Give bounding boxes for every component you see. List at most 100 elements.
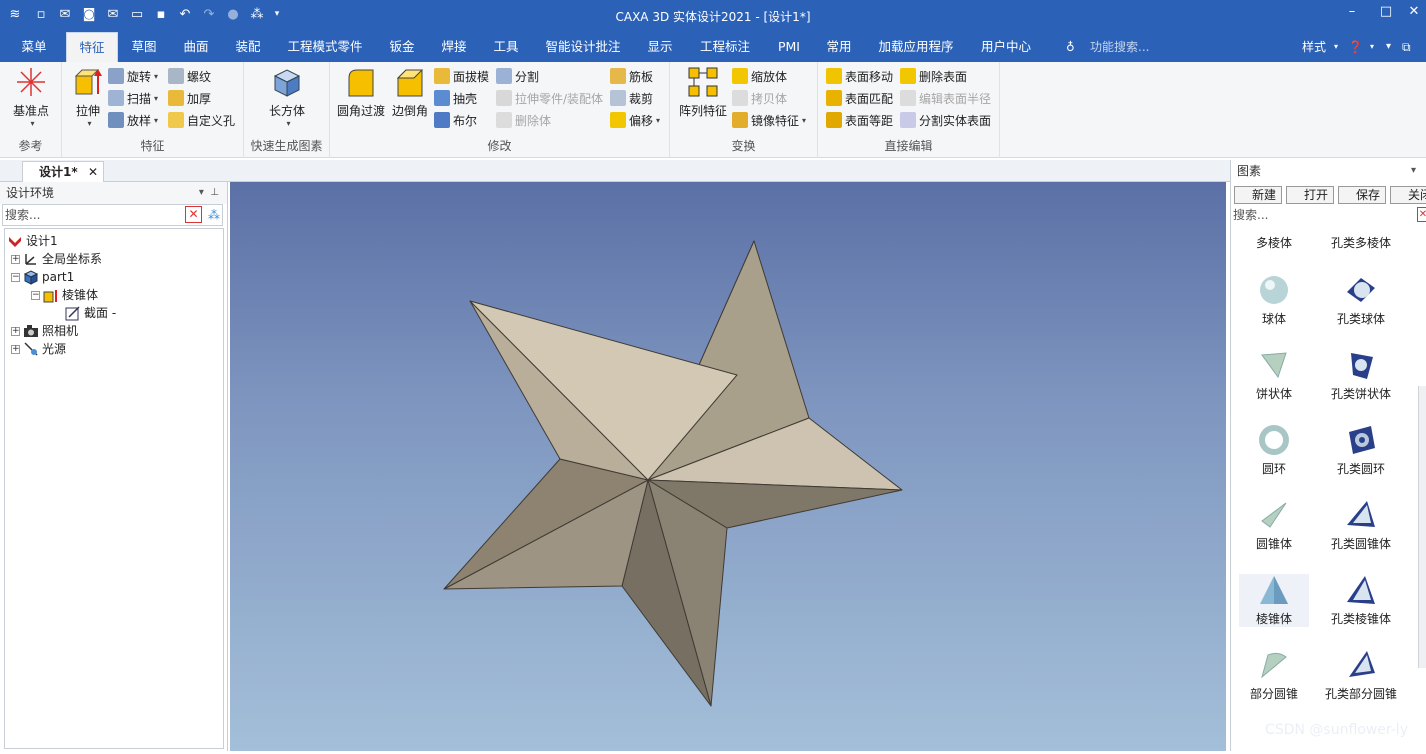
- open-catalog-button[interactable]: 打开: [1286, 186, 1334, 204]
- expand-icon[interactable]: +: [11, 254, 20, 264]
- boolean-button[interactable]: 布尔: [434, 110, 477, 130]
- fillet-button[interactable]: 圆角过渡: [334, 66, 388, 119]
- scale-body-button[interactable]: 缩放体: [732, 66, 787, 86]
- close-button[interactable]: ✕: [1400, 2, 1426, 24]
- shape-prism[interactable]: 多棱体: [1239, 236, 1309, 251]
- tab-assembly[interactable]: 装配: [226, 32, 270, 62]
- tab-welding[interactable]: 焊接: [432, 32, 476, 62]
- revolve-button[interactable]: 旋转 ▾: [108, 66, 158, 86]
- shape-hole-prism[interactable]: 孔类多棱体: [1313, 236, 1409, 251]
- tree-node-camera[interactable]: + 照相机: [11, 322, 78, 340]
- offset-button[interactable]: 偏移 ▾: [610, 110, 660, 130]
- extrude-button[interactable]: 拉伸 ▾: [68, 66, 108, 128]
- ribbon-collapse-icon[interactable]: ▾: [1386, 32, 1391, 62]
- tab-engineering-part[interactable]: 工程模式零件: [282, 32, 368, 62]
- loft-button[interactable]: 放样 ▾: [108, 110, 158, 130]
- expand-icon[interactable]: +: [11, 326, 20, 336]
- search-options-icon[interactable]: ⁂: [208, 205, 220, 225]
- box-button[interactable]: 长方体 ▾: [262, 66, 312, 128]
- shape-torus[interactable]: 圆环: [1239, 424, 1309, 477]
- maximize-button[interactable]: □: [1372, 2, 1400, 24]
- sweep-button[interactable]: 扫描 ▾: [108, 88, 158, 108]
- clear-search-icon[interactable]: ✕: [185, 206, 202, 223]
- shape-hole-partial-cone[interactable]: 孔类部分圆锥: [1313, 649, 1409, 702]
- minimize-button[interactable]: –: [1338, 2, 1366, 24]
- restore-icon[interactable]: ⧉: [1402, 32, 1411, 62]
- tab-surface[interactable]: 曲面: [174, 32, 218, 62]
- extrude-part-button[interactable]: 拉伸零件/装配体: [496, 88, 603, 108]
- collapse-icon[interactable]: −: [11, 272, 20, 282]
- datum-point-button[interactable]: 基准点 ▾: [8, 66, 54, 128]
- tree-node-light[interactable]: + 光源: [11, 340, 66, 358]
- document-tab[interactable]: 设计1* ✕: [22, 161, 104, 182]
- draft-button[interactable]: 面拔模: [434, 66, 489, 86]
- split-face-button[interactable]: 分割实体表面: [900, 110, 991, 130]
- tree-search-input[interactable]: 搜索... ✕ ⁂: [2, 204, 223, 226]
- split-button[interactable]: 分割: [496, 66, 539, 86]
- shape-hole-sphere[interactable]: 孔类球体: [1313, 274, 1409, 327]
- tree-node-design[interactable]: 设计1: [7, 232, 58, 250]
- tree-node-part1[interactable]: − part1: [11, 268, 74, 286]
- tab-pmi[interactable]: PMI: [768, 32, 810, 62]
- tab-smart-annotation[interactable]: 智能设计批注: [540, 32, 626, 62]
- save-catalog-button[interactable]: 保存: [1338, 186, 1386, 204]
- shape-hole-pyramid[interactable]: 孔类棱锥体: [1313, 574, 1409, 627]
- library-search-input[interactable]: 搜索...: [1233, 206, 1423, 224]
- rib-button[interactable]: 筋板: [610, 66, 653, 86]
- tab-display[interactable]: 显示: [638, 32, 682, 62]
- tab-user-center[interactable]: 用户中心: [974, 32, 1038, 62]
- custom-hole-button[interactable]: 自定义孔: [168, 110, 235, 130]
- tree-node-global-coords[interactable]: + 全局坐标系: [11, 250, 102, 268]
- style-dropdown-icon[interactable]: ▾: [1334, 32, 1338, 62]
- thicken-button[interactable]: 加厚: [168, 88, 211, 108]
- close-catalog-button[interactable]: 关闭: [1390, 186, 1426, 204]
- tab-load-apps[interactable]: 加载应用程序: [872, 32, 960, 62]
- tab-feature[interactable]: 特征: [66, 32, 118, 62]
- tab-menu[interactable]: 菜单: [10, 32, 58, 62]
- tab-tools[interactable]: 工具: [484, 32, 528, 62]
- star-model[interactable]: [230, 182, 1226, 751]
- tab-sheet-metal[interactable]: 钣金: [380, 32, 424, 62]
- tree-node-section[interactable]: 截面 -: [65, 304, 116, 322]
- loft-icon: [108, 112, 124, 128]
- edit-radius-button[interactable]: 编辑表面半径: [900, 88, 991, 108]
- help-icon[interactable]: ❓: [1348, 32, 1363, 62]
- shape-hole-cone[interactable]: 孔类圆锥体: [1313, 499, 1409, 552]
- function-search[interactable]: 功能搜索...: [1090, 32, 1149, 62]
- collapse-icon[interactable]: −: [31, 290, 40, 300]
- shape-sphere[interactable]: 球体: [1239, 274, 1309, 327]
- delete-body-button[interactable]: 删除体: [496, 110, 551, 130]
- help-dropdown-icon[interactable]: ▾: [1370, 32, 1374, 62]
- shape-cone[interactable]: 圆锥体: [1239, 499, 1309, 552]
- offset-face-button[interactable]: 表面等距: [826, 110, 893, 130]
- trim-button[interactable]: 裁剪: [610, 88, 653, 108]
- shape-hole-pie[interactable]: 孔类饼状体: [1313, 349, 1409, 402]
- thread-button[interactable]: 螺纹: [168, 66, 211, 86]
- clear-search-icon[interactable]: ✕: [1417, 207, 1426, 222]
- shape-pyramid[interactable]: 棱锥体: [1239, 574, 1309, 627]
- split-icon: [496, 68, 512, 84]
- panel-dropdown-icon[interactable]: ▾: [1411, 160, 1416, 182]
- delete-face-button[interactable]: 删除表面: [900, 66, 967, 86]
- new-catalog-button[interactable]: 新建: [1234, 186, 1282, 204]
- shape-hole-torus[interactable]: 孔类圆环: [1313, 424, 1409, 477]
- tree-node-pyramid[interactable]: − 棱锥体: [31, 286, 98, 304]
- move-face-button[interactable]: 表面移动: [826, 66, 893, 86]
- pattern-button[interactable]: 阵列特征: [676, 66, 730, 119]
- match-face-button[interactable]: 表面匹配: [826, 88, 893, 108]
- tab-engineering-dim[interactable]: 工程标注: [694, 32, 756, 62]
- 3d-viewport[interactable]: [230, 182, 1226, 751]
- shape-pie[interactable]: 饼状体: [1239, 349, 1309, 402]
- panel-pin-icon[interactable]: ▾ ⊥: [199, 182, 219, 204]
- tab-sketch[interactable]: 草图: [122, 32, 166, 62]
- scrollbar[interactable]: [1418, 386, 1426, 668]
- mirror-button[interactable]: 镜像特征 ▾: [732, 110, 806, 130]
- copy-body-button[interactable]: 拷贝体: [732, 88, 787, 108]
- shell-button[interactable]: 抽壳: [434, 88, 477, 108]
- shape-partial-cone[interactable]: 部分圆锥: [1239, 649, 1309, 702]
- close-tab-icon[interactable]: ✕: [88, 162, 98, 182]
- chamfer-button[interactable]: 边倒角: [388, 66, 432, 119]
- style-menu[interactable]: 样式: [1302, 32, 1326, 62]
- expand-icon[interactable]: +: [11, 344, 20, 354]
- tab-common[interactable]: 常用: [818, 32, 860, 62]
